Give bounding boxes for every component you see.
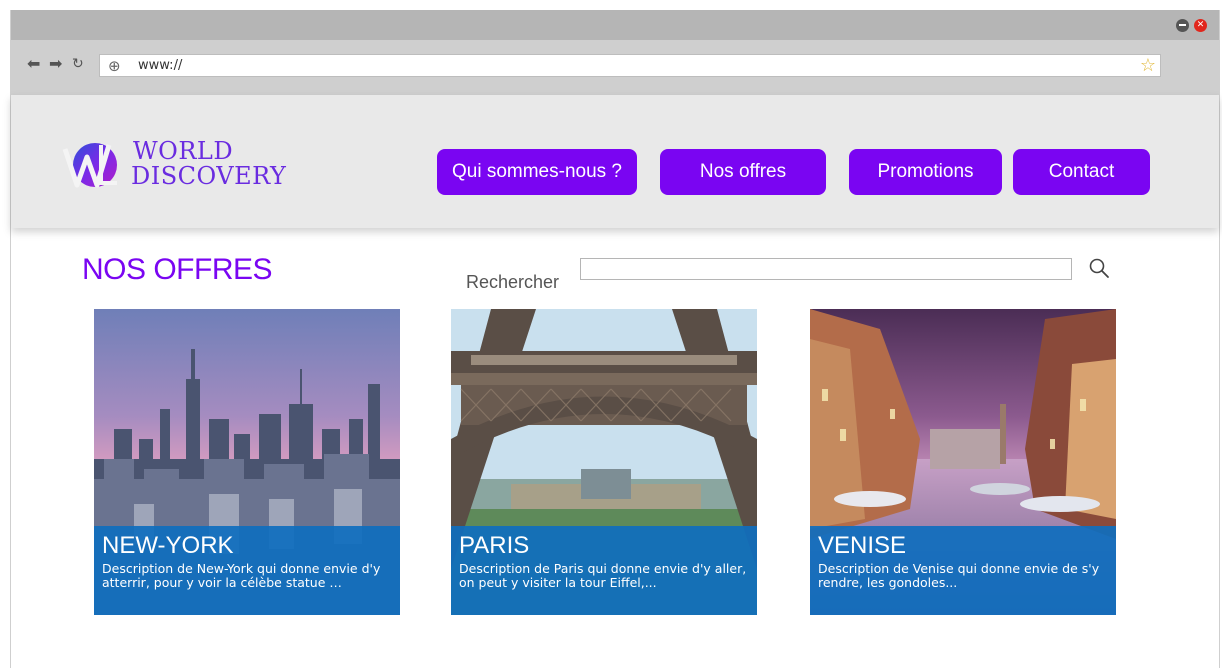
offer-description: Description de Venise qui donne envie de… (818, 561, 1100, 590)
page-title: NOS OFFRES (82, 253, 273, 286)
logo-line-1: WORLD (133, 137, 234, 165)
nav-button-about[interactable]: Qui sommes-nous ? (437, 149, 637, 195)
logo-text: WORLD DISCOVERY (131, 139, 286, 189)
offer-title: VENISE (818, 532, 907, 559)
close-button[interactable]: ✕ (1194, 19, 1207, 32)
offer-caption: PARIS Description de Paris qui donne env… (451, 526, 757, 615)
site-header: WORLD DISCOVERY Qui sommes-nous ? Nos of… (11, 95, 1219, 228)
nav-button-promotions[interactable]: Promotions (849, 149, 1002, 195)
forward-arrow-icon[interactable]: ➡ (49, 54, 62, 74)
offer-card-venise[interactable]: VENISE Description de Venise qui donne e… (810, 309, 1116, 615)
browser-toolbar: ⬅ ➡ ↻ ⊕ www:// ☆ (11, 40, 1219, 95)
minimize-button[interactable] (1176, 19, 1189, 32)
reload-icon[interactable]: ↻ (72, 54, 84, 74)
offer-description: Description de Paris qui donne envie d'y… (459, 561, 747, 590)
bookmark-star-icon[interactable]: ☆ (1140, 55, 1156, 76)
offer-title: NEW-YORK (102, 532, 234, 559)
logo[interactable]: WORLD DISCOVERY (61, 135, 301, 195)
window-titlebar: ✕ (11, 10, 1219, 40)
offer-card-paris[interactable]: PARIS Description de Paris qui donne env… (451, 309, 757, 615)
nav-button-offers[interactable]: Nos offres (660, 149, 826, 195)
nav-button-contact[interactable]: Contact (1013, 149, 1150, 195)
url-text[interactable]: www:// (138, 57, 182, 75)
offer-title: PARIS (459, 532, 530, 559)
search-input[interactable] (580, 258, 1072, 280)
logo-line-2: DISCOVERY (131, 162, 287, 190)
back-arrow-icon[interactable]: ⬅ (27, 54, 40, 74)
offer-caption: NEW-YORK Description de New-York qui don… (94, 526, 400, 615)
address-bar[interactable]: ⊕ www:// ☆ (99, 54, 1161, 77)
offer-caption: VENISE Description de Venise qui donne e… (810, 526, 1116, 615)
globe-icon: ⊕ (108, 57, 121, 75)
offer-description: Description de New-York qui donne envie … (102, 561, 381, 590)
offer-card-new-york[interactable]: NEW-YORK Description de New-York qui don… (94, 309, 400, 615)
search-label: Rechercher (466, 272, 560, 292)
search-icon[interactable] (1088, 257, 1110, 279)
logo-icon (62, 143, 117, 188)
